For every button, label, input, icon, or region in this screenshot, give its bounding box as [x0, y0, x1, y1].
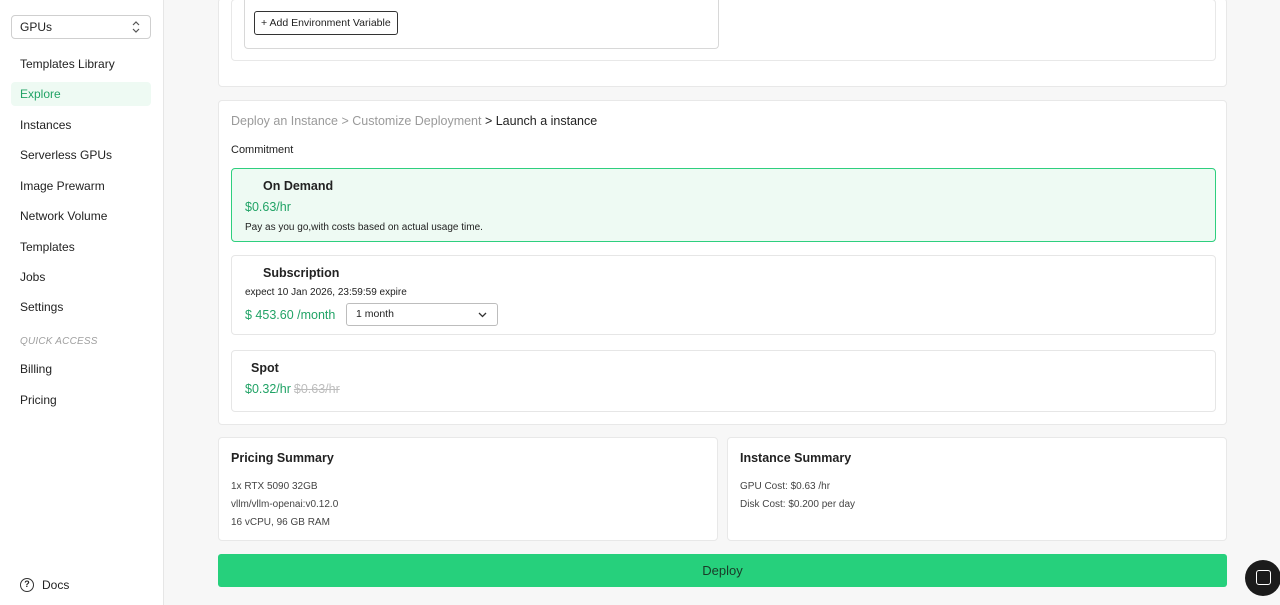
- subscription-title: Subscription: [263, 266, 340, 280]
- chevron-down-icon: [478, 312, 487, 318]
- pricing-summary-title: Pricing Summary: [231, 451, 334, 465]
- spot-title: Spot: [251, 361, 279, 375]
- on-demand-price: $0.63/hr: [245, 200, 291, 214]
- instance-summary-title: Instance Summary: [740, 451, 852, 465]
- breadcrumb-separator: >: [338, 114, 353, 128]
- instance-summary-card: Instance Summary GPU Cost: $0.63 /hr Dis…: [727, 437, 1227, 541]
- sidebar-item-explore[interactable]: Explore: [11, 82, 151, 106]
- breadcrumb: Deploy an Instance > Customize Deploymen…: [231, 114, 597, 128]
- sidebar-item-billing[interactable]: Billing: [11, 357, 151, 381]
- gpu-cost: GPU Cost: $0.63 /hr: [740, 481, 831, 492]
- docs-link[interactable]: ? Docs: [20, 578, 69, 592]
- breadcrumb-separator: >: [481, 114, 496, 128]
- add-environment-variable-button[interactable]: + Add Environment Variable: [254, 11, 398, 35]
- launch-instance-card: Deploy an Instance > Customize Deploymen…: [218, 100, 1227, 425]
- quick-access-label: QUICK ACCESS: [20, 336, 98, 347]
- chat-icon: [1256, 570, 1271, 585]
- chat-support-button[interactable]: [1245, 560, 1280, 596]
- environment-panel: + Add Environment Variable: [231, 0, 1216, 61]
- pricing-summary-gpu: 1x RTX 5090 32GB: [231, 481, 318, 492]
- deploy-button[interactable]: Deploy: [218, 554, 1227, 587]
- on-demand-description: Pay as you go,with costs based on actual…: [245, 222, 483, 233]
- environment-section: + Add Environment Variable: [218, 0, 1227, 87]
- help-icon: ?: [20, 578, 34, 592]
- spot-price: $0.32/hr: [245, 382, 291, 396]
- breadcrumb-deploy-instance[interactable]: Deploy an Instance: [231, 114, 338, 128]
- subscription-price: $ 453.60 /month: [245, 308, 336, 322]
- resource-type-selector[interactable]: GPUs: [11, 15, 151, 39]
- breadcrumb-customize-deployment[interactable]: Customize Deployment: [352, 114, 481, 128]
- spot-original-price: $0.63/hr: [293, 382, 340, 396]
- subscription-expire: expect 10 Jan 2026, 23:59:59 expire: [245, 287, 407, 298]
- sidebar-item-jobs[interactable]: Jobs: [11, 265, 151, 289]
- subscription-option[interactable]: Subscription expect 10 Jan 2026, 23:59:5…: [231, 255, 1216, 335]
- sidebar-item-templates[interactable]: Templates: [11, 235, 151, 259]
- sidebar-item-network-volume[interactable]: Network Volume: [11, 204, 151, 228]
- pricing-summary-image: vllm/vllm-openai:v0.12.0: [231, 499, 339, 510]
- docs-label: Docs: [42, 578, 70, 592]
- on-demand-option[interactable]: On Demand $0.63/hr Pay as you go,with co…: [231, 168, 1216, 242]
- pricing-summary-card: Pricing Summary 1x RTX 5090 32GB vllm/vl…: [218, 437, 718, 541]
- subscription-duration-value: 1 month: [356, 308, 394, 320]
- updown-chevron-icon: [132, 21, 140, 33]
- sidebar-item-templates-library[interactable]: Templates Library: [11, 52, 151, 76]
- sidebar-item-pricing[interactable]: Pricing: [11, 388, 151, 412]
- subscription-duration-select[interactable]: 1 month: [346, 303, 498, 326]
- spot-price-line: $0.32/hr $0.63/hr: [245, 382, 340, 396]
- commitment-label: Commitment: [231, 144, 294, 156]
- sidebar: GPUs Templates Library Explore Instances…: [0, 0, 164, 605]
- pricing-summary-resources: 16 vCPU, 96 GB RAM: [231, 517, 330, 528]
- spot-option[interactable]: Spot $0.32/hr $0.63/hr: [231, 350, 1216, 412]
- environment-variables-box: + Add Environment Variable: [244, 0, 719, 49]
- sidebar-item-settings[interactable]: Settings: [11, 295, 151, 319]
- disk-cost: Disk Cost: $0.200 per day: [740, 499, 856, 510]
- sidebar-item-instances[interactable]: Instances: [11, 113, 151, 137]
- breadcrumb-launch-instance: Launch a instance: [495, 114, 598, 128]
- sidebar-item-serverless-gpus[interactable]: Serverless GPUs: [11, 143, 151, 167]
- on-demand-title: On Demand: [263, 179, 334, 193]
- sidebar-item-image-prewarm[interactable]: Image Prewarm: [11, 174, 151, 198]
- resource-type-value: GPUs: [20, 20, 53, 34]
